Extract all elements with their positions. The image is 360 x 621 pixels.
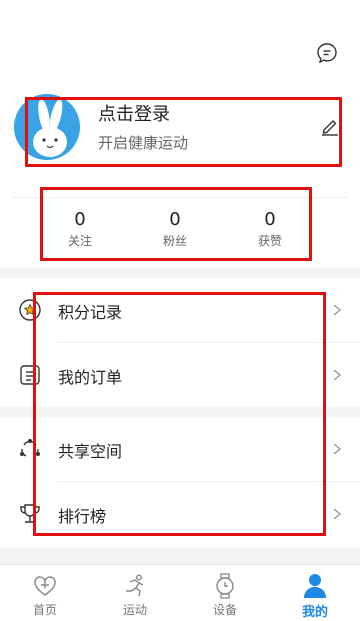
section-gap xyxy=(0,268,360,278)
tab-label: 设备 xyxy=(212,603,237,617)
tab-label: 首页 xyxy=(32,603,57,617)
login-title[interactable]: 点击登录 xyxy=(98,100,170,126)
menu-label: 我的订单 xyxy=(58,368,123,387)
points-icon xyxy=(18,298,42,322)
stat-fans[interactable]: 0 粉丝 xyxy=(135,195,215,263)
menu-item-orders[interactable]: 我的订单 xyxy=(0,343,360,407)
edit-icon[interactable] xyxy=(320,116,340,136)
stat-value: 0 xyxy=(169,209,181,230)
menu-item-leaderboard[interactable]: 排行榜 xyxy=(0,482,360,546)
tab-label: 运动 xyxy=(122,603,147,617)
watch-icon xyxy=(216,573,234,599)
avatar[interactable] xyxy=(14,94,80,160)
stat-label: 获赞 xyxy=(257,234,282,248)
stat-value: 0 xyxy=(74,209,86,230)
run-icon xyxy=(126,574,144,597)
menu-label: 积分记录 xyxy=(58,303,123,322)
chevron-right-icon xyxy=(333,508,342,520)
section-gap xyxy=(0,407,360,417)
bottom-tab-bar: 首页 运动 设备 我的 xyxy=(0,564,360,621)
stat-label: 关注 xyxy=(67,234,92,248)
tab-label: 我的 xyxy=(301,605,328,620)
profile-icon xyxy=(304,574,326,598)
order-icon xyxy=(18,363,42,387)
stats-row: 0 关注 0 粉丝 0 获赞 xyxy=(40,195,310,263)
menu-label: 共享空间 xyxy=(58,442,123,461)
rabbit-avatar-icon xyxy=(33,99,67,157)
chevron-right-icon xyxy=(333,443,342,455)
tab-home[interactable]: 首页 xyxy=(0,565,90,621)
menu-label: 排行榜 xyxy=(58,507,107,526)
menu-item-points[interactable]: 积分记录 xyxy=(0,278,360,342)
profile-subtitle: 开启健康运动 xyxy=(98,134,189,152)
tab-sport[interactable]: 运动 xyxy=(90,565,180,621)
menu-item-share-space[interactable]: 共享空间 xyxy=(0,417,360,481)
section-gap xyxy=(0,548,360,564)
stat-following[interactable]: 0 关注 xyxy=(40,195,120,263)
share-space-icon xyxy=(18,437,42,461)
chevron-right-icon xyxy=(333,369,342,381)
profile-header[interactable]: 点击登录 开启健康运动 xyxy=(0,92,360,192)
stat-value: 0 xyxy=(264,209,276,230)
stat-likes[interactable]: 0 获赞 xyxy=(230,195,310,263)
message-icon[interactable] xyxy=(316,42,338,64)
stat-label: 粉丝 xyxy=(162,234,187,248)
chevron-right-icon xyxy=(333,304,342,316)
tab-mine[interactable]: 我的 xyxy=(270,565,360,621)
tab-device[interactable]: 设备 xyxy=(180,565,270,621)
trophy-icon xyxy=(18,502,42,526)
home-icon xyxy=(34,576,56,596)
